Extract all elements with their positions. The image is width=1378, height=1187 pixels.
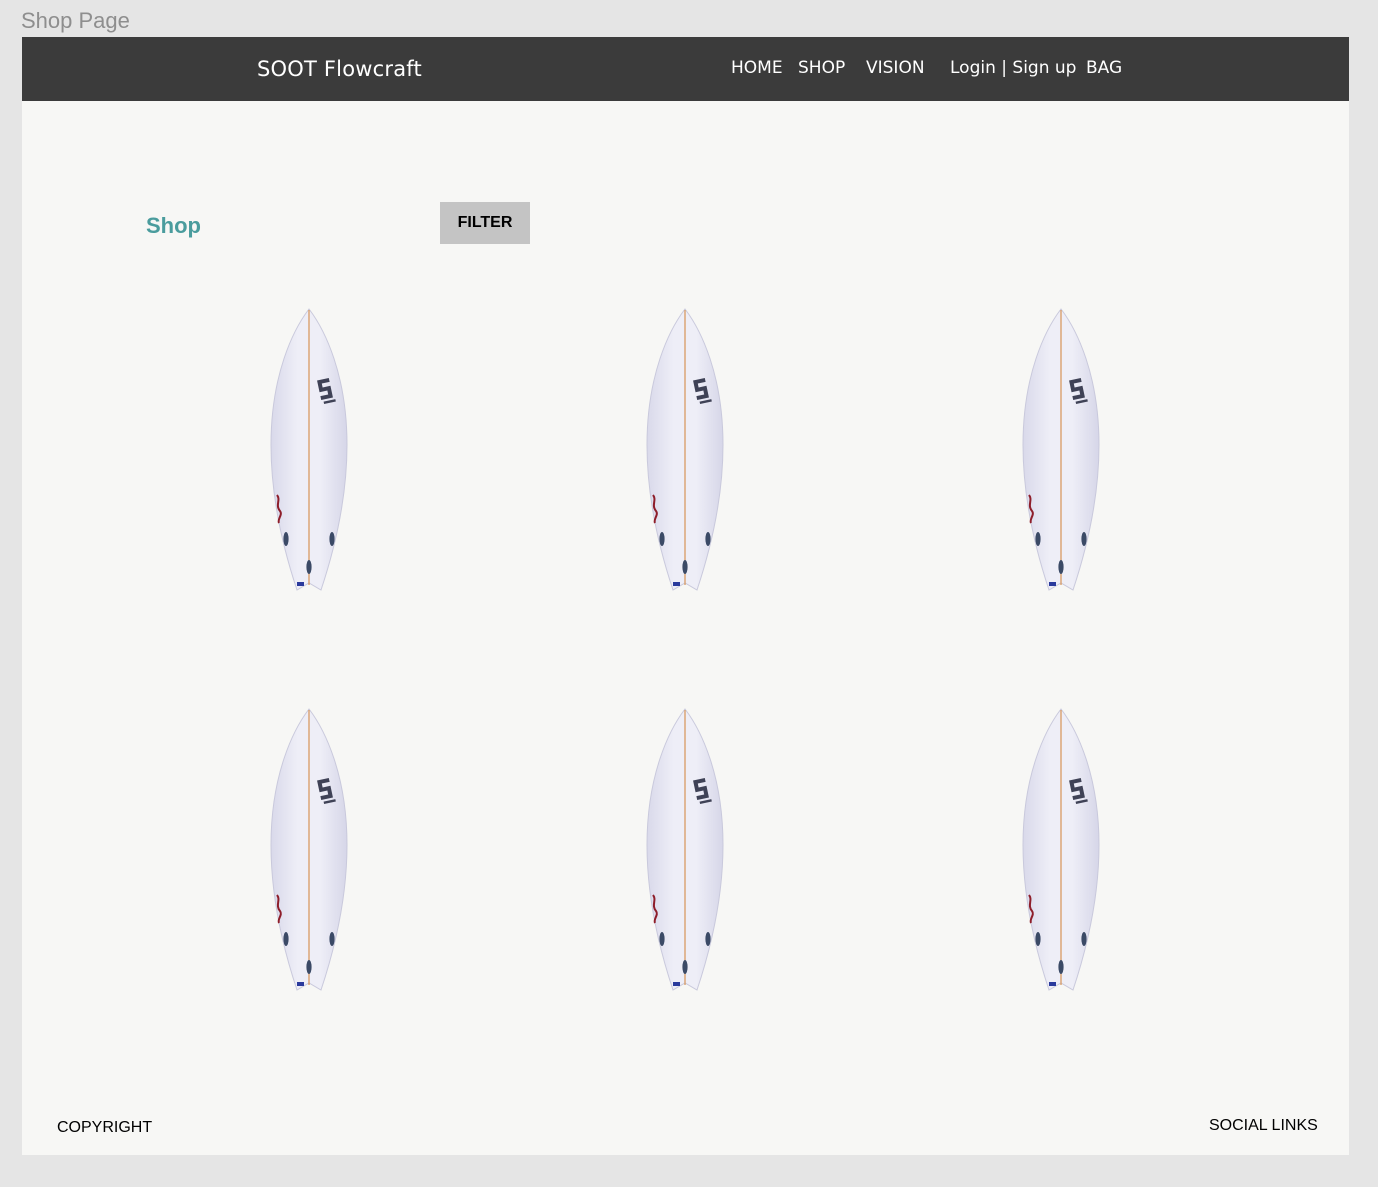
nav-shop-link[interactable]: SHOP	[798, 58, 845, 78]
product-card[interactable]	[635, 305, 735, 595]
navbar: SOOT Flowcraft HOME SHOP VISION Login | …	[22, 37, 1349, 101]
surfboard-image	[646, 308, 724, 591]
copyright-text: COPYRIGHT	[57, 1119, 153, 1136]
brand-logo-text[interactable]: SOOT Flowcraft	[257, 57, 422, 81]
product-card[interactable]	[259, 705, 359, 995]
nav-bag-link[interactable]: BAG	[1086, 58, 1122, 78]
surfboard-image	[270, 708, 348, 991]
surfboard-image	[646, 708, 724, 991]
page-title: Shop	[146, 213, 201, 238]
surfboard-image	[1022, 308, 1100, 591]
product-card[interactable]	[1011, 305, 1111, 595]
surfboard-image	[270, 308, 348, 591]
product-card[interactable]	[1011, 705, 1111, 995]
surfboard-image	[1022, 708, 1100, 991]
filter-button[interactable]: FILTER	[440, 202, 530, 244]
shop-page: SOOT Flowcraft HOME SHOP VISION Login | …	[22, 37, 1349, 1155]
nav-home-link[interactable]: HOME	[731, 58, 783, 78]
nav-login-signup-link[interactable]: Login | Sign up	[950, 58, 1076, 78]
social-links[interactable]: SOCIAL LINKS	[1209, 1117, 1318, 1135]
frame-label: Shop Page	[21, 8, 130, 33]
nav-vision-link[interactable]: VISION	[866, 58, 925, 78]
product-card[interactable]	[635, 705, 735, 995]
product-card[interactable]	[259, 305, 359, 595]
